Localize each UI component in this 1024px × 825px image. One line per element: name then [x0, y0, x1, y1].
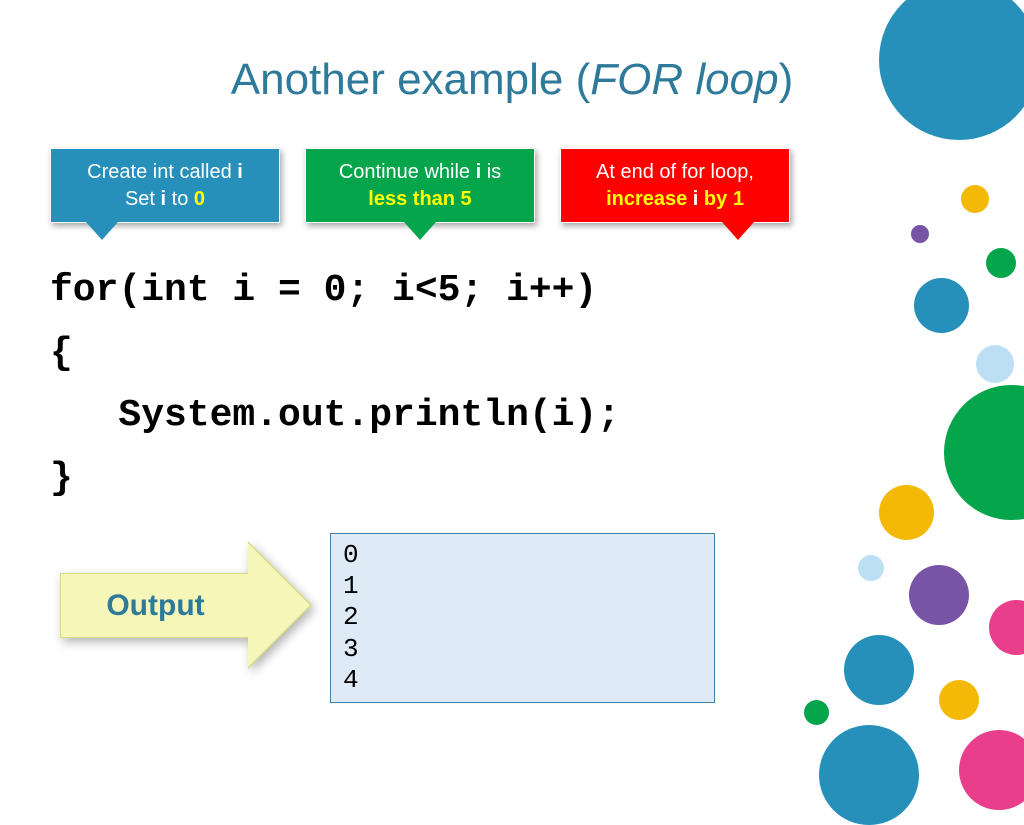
code-line-2: {	[50, 332, 73, 375]
decor-circle	[911, 225, 929, 243]
code-line-3: System.out.println(i);	[50, 394, 620, 437]
output-box: 0 1 2 3 4	[330, 533, 715, 703]
output-line: 1	[343, 571, 702, 602]
decor-circle	[989, 600, 1024, 655]
title-prefix: Another example (	[231, 55, 591, 104]
output-line: 2	[343, 602, 702, 633]
decor-circle	[819, 725, 919, 825]
callout-condition: Continue while i is less than 5	[305, 148, 535, 223]
callout-create-int: Create int called i Set i to 0	[50, 148, 280, 223]
decor-circle	[858, 555, 884, 581]
output-line: 0	[343, 540, 702, 571]
decor-circle	[961, 185, 989, 213]
code-block: for(int i = 0; i<5; i++) { System.out.pr…	[50, 260, 620, 511]
decor-circle	[959, 730, 1024, 810]
decor-circle	[986, 248, 1016, 278]
output-arrow: Output	[60, 543, 315, 668]
output-line: 3	[343, 634, 702, 665]
output-label: Output	[60, 573, 250, 638]
callout-increment: At end of for loop, increase i by 1	[560, 148, 790, 223]
code-line-4: }	[50, 457, 73, 500]
decor-circle	[976, 345, 1014, 383]
decor-circle	[879, 0, 1024, 140]
title-italic: FOR loop	[590, 55, 778, 104]
output-line: 4	[343, 665, 702, 696]
decor-circle	[939, 680, 979, 720]
code-line-1: for(int i = 0; i<5; i++)	[50, 269, 597, 312]
decor-circle	[804, 700, 829, 725]
decor-circle	[844, 635, 914, 705]
decor-circle	[944, 385, 1024, 520]
decor-circle	[909, 565, 969, 625]
title-suffix: )	[779, 55, 794, 104]
decor-circle	[879, 485, 934, 540]
slide-title: Another example (FOR loop)	[0, 55, 1024, 105]
callouts-row: Create int called i Set i to 0 Continue …	[50, 148, 790, 223]
decor-circle	[914, 278, 969, 333]
